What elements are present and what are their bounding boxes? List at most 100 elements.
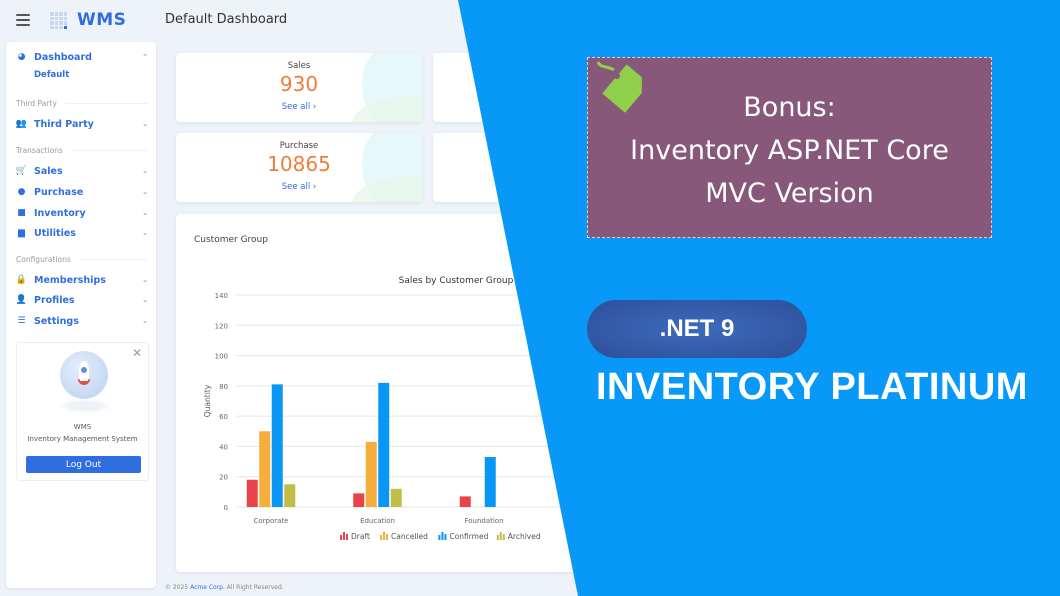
bar-archived [390,488,402,507]
bar-draft [566,460,578,507]
see-all-link[interactable]: See all › [176,102,422,112]
legend-swatch [383,532,385,540]
users-icon: 👥 [15,119,28,129]
x-tick-label: Military [578,517,596,525]
sidebar-item-sales[interactable]: 🛒 Sales ⌄ [16,162,148,180]
y-axis-label: Quantity [203,384,212,417]
rocket-icon [60,351,108,399]
calendar-icon: ▆ [18,228,25,238]
chevron-down-icon: ⌄ [142,120,148,128]
bar-confirmed [484,457,496,507]
sidebar-item-utilities[interactable]: ▆ Utilities ⌄ [16,224,148,242]
promo-subtitle: Inventory Management System [27,435,138,443]
footer-company-link[interactable]: Acme Corp. [190,584,225,591]
sliders-icon: ☰ [17,316,26,326]
sidebar-item-label: Settings [34,315,79,327]
stat-value: 10865 [267,152,331,176]
legend-swatch [502,534,505,540]
y-tick-label: 40 [219,443,228,451]
legend-swatch [438,535,441,540]
chevron-down-icon: ⌄ [142,167,148,175]
close-icon[interactable]: ✕ [132,346,142,360]
stat-card-sales: Sales 930 See all › [176,53,422,122]
product-title: INVENTORY PLATINUM [596,366,1028,408]
logout-button[interactable]: Log Out [26,456,141,473]
legend-item-cancelled[interactable]: Cancelled [380,532,428,541]
chevron-down-icon: ⌄ [142,276,148,284]
footer-copyright: © 2025 [165,584,191,591]
bar-draft [246,479,258,507]
x-tick-label: Education [360,517,395,525]
x-tick-label: Foundation [464,517,503,525]
box-icon: ■ [17,208,26,218]
sidebar-item-purchase[interactable]: ● Purchase ⌄ [16,183,148,201]
legend-swatch [380,535,382,540]
legend-label: Confirmed [449,532,488,541]
stat-label: Purchase [279,141,319,151]
stat-label: Sales [287,61,311,71]
version-pill: .NET 9 [587,300,807,358]
sidebar-item-third-party[interactable]: 👥 Third Party ⌄ [16,115,148,133]
sidebar-subitem-default[interactable]: Default [34,70,69,80]
user-icon: 👤 [15,295,28,305]
sidebar-item-label: Profiles [34,294,75,306]
bar-cancelled [259,431,271,507]
see-all-link[interactable]: See all › [176,182,422,192]
footer: © 2025 Acme Corp. All Right Reserved. [165,584,284,591]
section-title-transactions: Transactions [16,146,148,155]
sidebar-item-inventory[interactable]: ■ Inventory ⌄ [16,204,148,222]
sidebar-item-label: Sales [34,165,63,177]
legend-label: Draft [351,532,370,541]
chevron-down-icon: ⌄ [142,229,148,237]
promo-title: WMS [73,423,92,431]
legend-label: Cancelled [391,532,428,541]
page-title: Default Dashboard [165,12,288,27]
sidebar-item-settings[interactable]: ☰ Settings ⌄ [16,312,148,330]
x-tick-label: Corporate [254,517,289,525]
stat-card-purchase: Purchase 10865 See all › [176,133,422,202]
bar-draft [353,493,365,507]
legend-swatch [346,534,348,540]
bar-archived [284,484,296,507]
legend-swatch [496,535,499,540]
sidebar: ◕ Dashboard ⌃ Default Third Party 👥 Thir… [6,42,156,588]
logo-icon [50,12,67,29]
y-tick-label: 80 [219,383,228,391]
y-tick-label: 100 [215,353,228,361]
chevron-down-icon: ⌄ [142,296,148,304]
legend-swatch [441,532,444,540]
footer-rights: All Right Reserved. [224,584,284,591]
sidebar-item-label: Third Party [34,118,94,130]
legend-swatch [499,532,502,540]
chevron-up-icon: ⌃ [142,53,148,61]
brand-name[interactable]: WMS [77,10,126,30]
chevron-down-icon: ⌄ [142,209,148,217]
promo-card: ✕ WMS Inventory Management System Log Ou… [16,342,149,481]
y-tick-label: 120 [215,322,228,330]
legend-item-draft[interactable]: Draft [340,532,370,541]
sidebar-item-label: Memberships [34,274,106,286]
sidebar-item-label: Dashboard [34,51,92,63]
sales-by-customer-group-chart: Sales by Customer Group 0 20 40 60 80 100 120 14… [203,276,596,541]
legend-swatch [386,534,388,540]
y-tick-label: 60 [219,413,228,421]
chevron-down-icon: ⌄ [142,317,148,325]
stat-value: 930 [279,72,319,96]
sidebar-item-profiles[interactable]: 👤 Profiles ⌄ [16,291,148,309]
legend-swatch [343,532,345,540]
sidebar-item-memberships[interactable]: 🔒 Memberships ⌄ [16,271,148,289]
hamburger-menu-icon[interactable] [16,14,30,26]
lock-icon: 🔒 [15,275,28,285]
customer-group-card: Customer Group Sales by Customer Group 0 2… [176,214,596,572]
sidebar-item-dashboard[interactable]: ◕ Dashboard ⌃ [16,48,148,66]
y-tick-label: 0 [224,504,228,512]
legend-item-confirmed[interactable]: Confirmed [438,532,489,541]
bar-confirmed [271,384,283,507]
chart-title: Sales by Customer Group [399,276,514,286]
legend-item-archived[interactable]: Archived [496,532,541,541]
bonus-box: Bonus: Inventory ASP.NET Core MVC Versio… [587,57,992,238]
cart-icon: 🛒 [15,166,28,176]
section-title-third-party: Third Party [16,99,148,108]
legend-swatch [340,535,342,540]
bar-cancelled [365,441,377,507]
